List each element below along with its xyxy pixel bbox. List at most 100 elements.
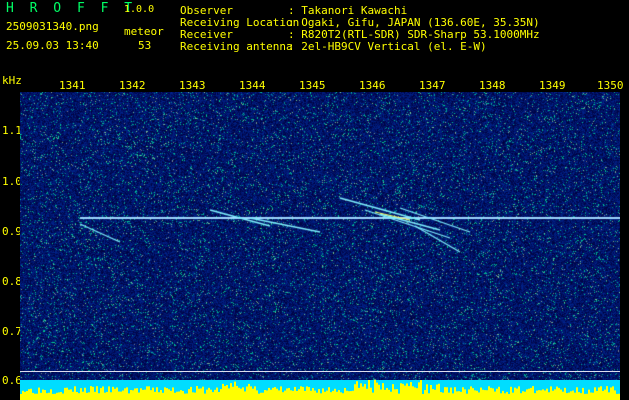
level-bar	[114, 388, 116, 400]
level-bar	[584, 393, 586, 400]
level-bar	[228, 388, 230, 400]
level-bar	[596, 390, 598, 400]
y-tick-label: 0.6	[2, 374, 22, 387]
level-bar	[106, 391, 108, 400]
x-tick-label: 1342	[119, 79, 146, 92]
level-bar	[80, 388, 82, 400]
level-bar	[82, 391, 84, 400]
level-bar	[602, 390, 604, 400]
level-bar	[94, 391, 96, 400]
level-bar	[244, 391, 246, 400]
level-bar	[536, 390, 538, 400]
level-bar	[156, 387, 158, 400]
level-bar	[186, 393, 188, 400]
level-bar	[254, 386, 256, 400]
guide-line-upper	[20, 371, 620, 372]
level-bar	[48, 392, 50, 400]
level-bar	[92, 386, 94, 400]
level-bar	[498, 386, 500, 400]
level-bar	[178, 391, 180, 400]
level-bar	[204, 393, 206, 400]
level-bar	[294, 386, 296, 400]
x-tick-label: 1345	[299, 79, 326, 92]
level-bar	[556, 386, 558, 400]
level-bar	[168, 389, 170, 400]
level-bar	[136, 388, 138, 400]
level-bar	[438, 383, 440, 400]
level-bar	[380, 389, 382, 400]
level-bar	[402, 383, 404, 400]
level-bar	[330, 392, 332, 400]
level-bar	[34, 393, 36, 400]
level-bar	[132, 390, 134, 400]
level-bar	[506, 391, 508, 400]
level-bar	[42, 389, 44, 400]
level-bar	[218, 392, 220, 400]
level-bar	[224, 386, 226, 400]
level-bar	[306, 386, 308, 400]
level-bar	[302, 386, 304, 400]
app-title: H R O F F T	[6, 1, 137, 16]
level-bar	[594, 387, 596, 400]
level-bar	[452, 393, 454, 400]
level-bar	[240, 388, 242, 400]
level-bar	[612, 386, 614, 400]
level-bar	[508, 393, 510, 400]
level-bar	[184, 393, 186, 400]
level-bar	[500, 393, 502, 400]
level-bar	[382, 383, 384, 400]
level-bar	[270, 389, 272, 400]
app-version: 1.0.0	[124, 4, 155, 15]
level-bar	[190, 386, 192, 400]
level-bar	[532, 386, 534, 400]
level-bar	[32, 392, 34, 400]
level-bar	[134, 388, 136, 400]
y-axis-unit: kHz	[2, 74, 22, 87]
level-bar	[550, 386, 552, 400]
level-bar	[482, 389, 484, 400]
level-bar	[376, 382, 378, 400]
level-bar	[232, 386, 234, 400]
level-bar	[600, 386, 602, 400]
level-bar	[66, 387, 68, 400]
level-bar	[422, 393, 424, 400]
level-bar	[284, 390, 286, 400]
level-bar	[484, 390, 486, 400]
level-bar	[262, 392, 264, 400]
level-bar	[526, 389, 528, 400]
level-bar	[336, 391, 338, 400]
file-datetime: 25.09.03 13:40	[6, 39, 99, 52]
level-bar	[386, 387, 388, 400]
level-bar	[98, 393, 100, 400]
level-bar	[340, 392, 342, 400]
level-bar	[30, 388, 32, 400]
level-bar	[480, 387, 482, 400]
level-bar	[198, 388, 200, 400]
level-bar	[108, 386, 110, 400]
level-bar	[332, 390, 334, 400]
level-bar	[56, 392, 58, 400]
level-bar	[236, 385, 238, 400]
level-bar	[464, 389, 466, 400]
level-bar	[140, 388, 142, 400]
level-bar	[434, 389, 436, 400]
level-bar	[328, 387, 330, 400]
level-bar	[118, 391, 120, 400]
level-bar	[88, 392, 90, 400]
level-bar	[490, 387, 492, 400]
level-bar	[52, 393, 54, 400]
level-bar	[320, 393, 322, 400]
level-bar	[354, 384, 356, 400]
x-tick-label: 1343	[179, 79, 206, 92]
level-bar	[580, 393, 582, 400]
level-bar	[266, 390, 268, 400]
level-bar	[78, 393, 80, 400]
counter-label: meteor	[124, 25, 164, 38]
level-bar	[520, 393, 522, 400]
level-bar	[610, 387, 612, 400]
level-bar	[488, 386, 490, 400]
level-bar	[74, 386, 76, 400]
level-bar	[172, 387, 174, 400]
signal-level-strip	[20, 380, 620, 400]
level-bar	[410, 382, 412, 400]
